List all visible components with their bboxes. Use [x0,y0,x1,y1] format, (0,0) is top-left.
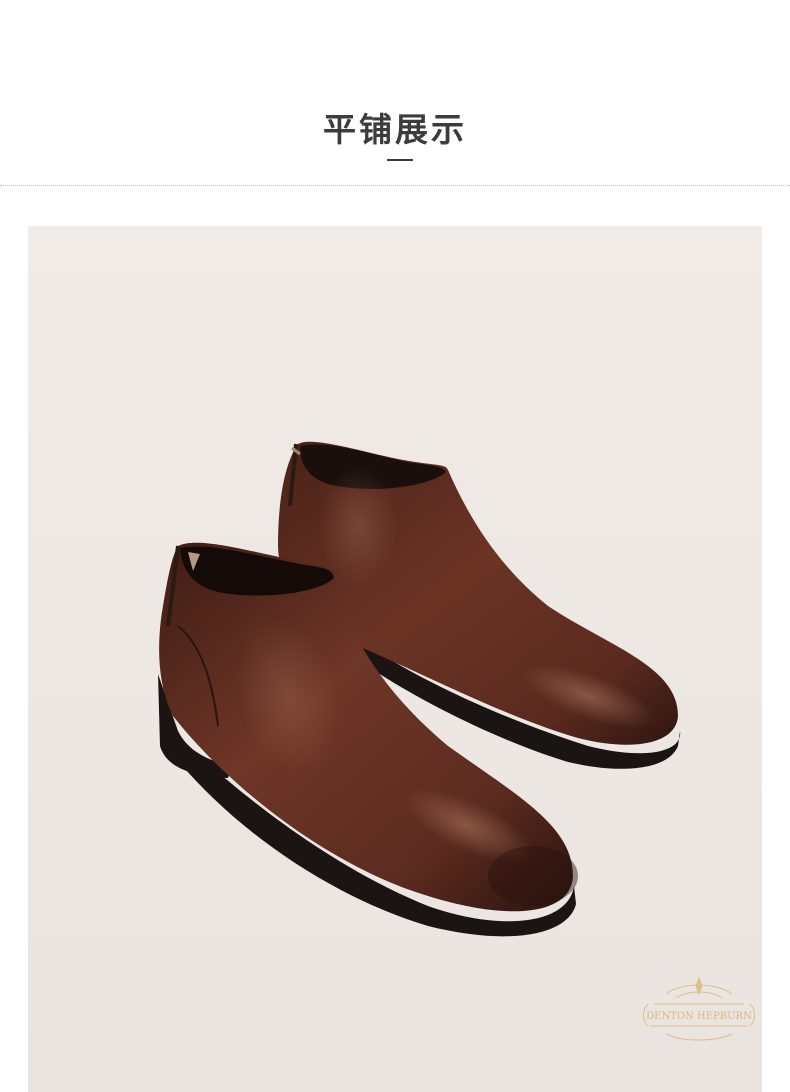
product-photo: DENTON HEPBURN [28,226,762,1092]
boots-illustration [158,441,681,937]
brand-watermark: DENTON HEPBURN [643,976,755,1041]
section-title: 平铺展示 [323,110,467,149]
section-header: 平铺展示 [0,0,790,190]
title-underline [387,159,413,161]
svg-text:DENTON HEPBURN: DENTON HEPBURN [646,1011,752,1022]
dotted-divider [0,185,790,186]
